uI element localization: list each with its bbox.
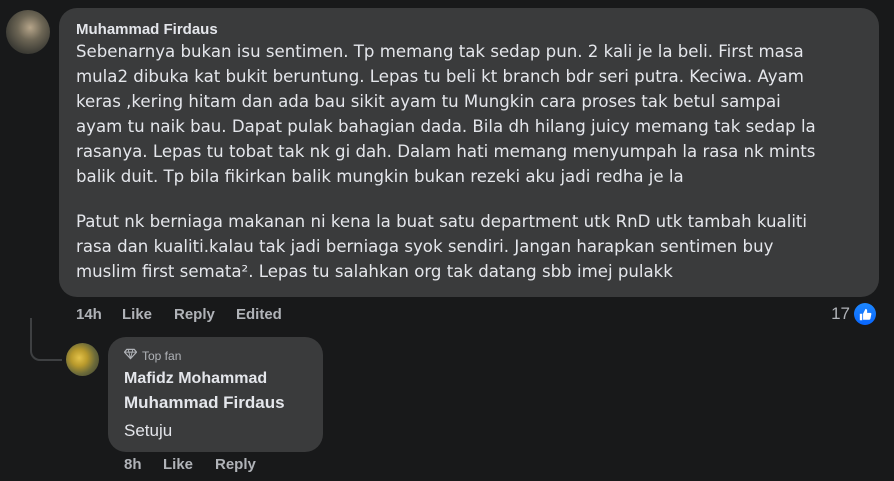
reply-avatar[interactable]	[66, 343, 99, 376]
reply-text: Setuju	[124, 421, 173, 440]
comment-paragraph-1: Sebenarnya bukan isu sentimen. Tp memang…	[76, 42, 816, 186]
reply-reply-button[interactable]: Reply	[215, 456, 256, 473]
commenter-avatar[interactable]	[6, 10, 50, 54]
top-fan-badge: Top fan	[123, 348, 182, 363]
comment-like-button[interactable]: Like	[122, 306, 152, 323]
comment-reply-button[interactable]: Reply	[174, 306, 215, 323]
reply-author[interactable]: Mafidz Mohammad	[124, 370, 267, 388]
comment-edited-label[interactable]: Edited	[236, 306, 282, 323]
reaction-summary[interactable]: 17	[831, 303, 876, 325]
comment-paragraph-2: Patut nk berniaga makanan ni kena la bua…	[76, 212, 808, 281]
like-icon	[854, 303, 876, 325]
reply-thread-line	[30, 318, 62, 361]
comment-timestamp[interactable]: 14h	[76, 306, 102, 323]
top-fan-label: Top fan	[142, 348, 182, 363]
diamond-icon	[123, 348, 138, 363]
reaction-count: 17	[831, 304, 850, 323]
reply-timestamp[interactable]: 8h	[124, 456, 142, 473]
comment-author[interactable]: Muhammad Firdaus	[76, 21, 218, 38]
reply-mention[interactable]: Muhammad Firdaus	[124, 393, 285, 413]
reply-like-button[interactable]: Like	[163, 456, 193, 473]
